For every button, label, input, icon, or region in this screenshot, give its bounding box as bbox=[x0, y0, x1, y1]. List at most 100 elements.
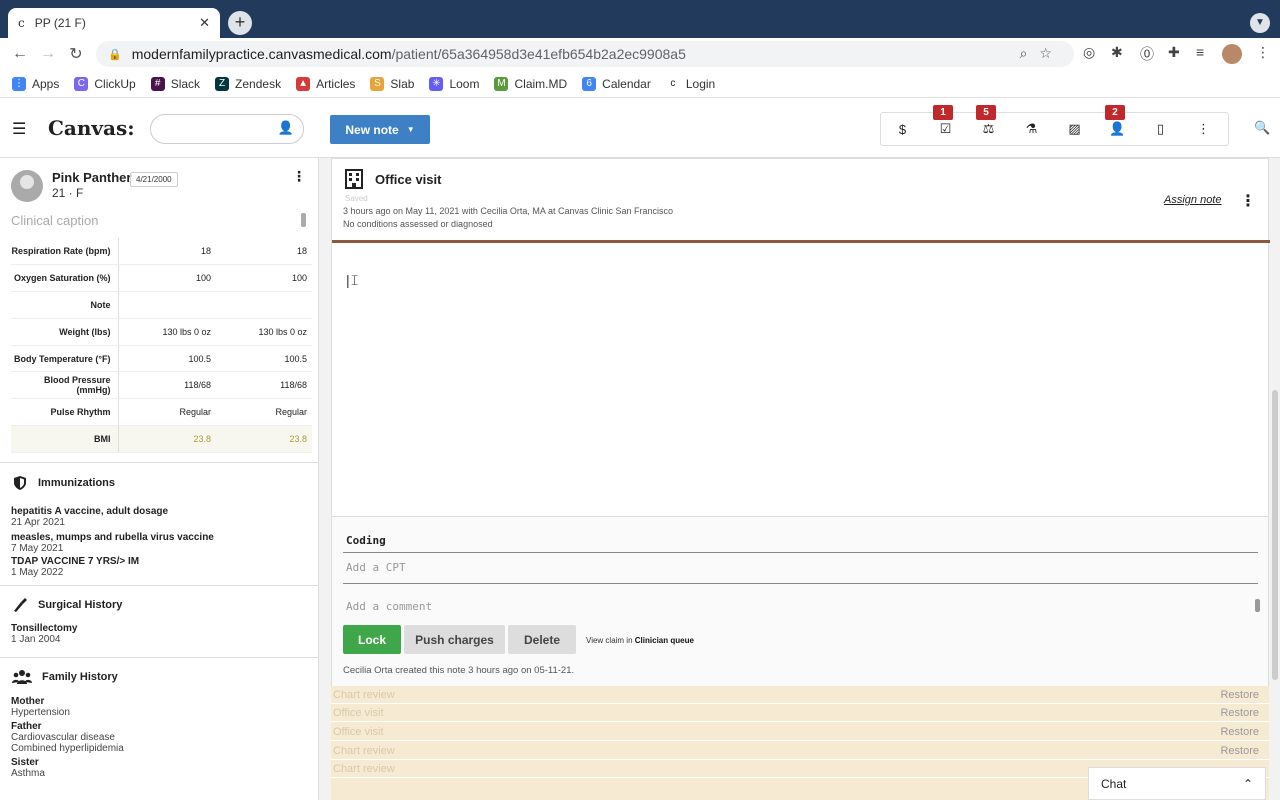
history-label[interactable]: Office visit bbox=[333, 707, 384, 719]
tab-search-icon[interactable]: ▼ bbox=[1250, 13, 1270, 33]
patients-button[interactable]: 2 👤 bbox=[1096, 105, 1139, 137]
surgical-history-header[interactable]: Surgical History bbox=[12, 597, 122, 613]
new-tab-button[interactable]: + bbox=[228, 11, 252, 35]
zoom-bookmark-icons[interactable]: ⌕☆ bbox=[1020, 45, 1064, 62]
chevron-up-icon: ⌃ bbox=[1242, 776, 1253, 791]
imaging-button[interactable]: ▨ bbox=[1053, 121, 1096, 137]
history-label[interactable]: Office visit bbox=[333, 726, 384, 738]
table-row: Oxygen Saturation (%) 100 100 bbox=[11, 264, 312, 293]
note-title: Office visit bbox=[375, 172, 442, 187]
immunizations-header[interactable]: Immunizations bbox=[12, 475, 115, 491]
media-icon[interactable]: ≡ bbox=[1196, 44, 1204, 60]
list-item[interactable]: TDAP VACCINE 7 YRS/> IM 1 May 2022 bbox=[11, 556, 139, 578]
bookmark-zendesk[interactable]: Z Zendesk bbox=[215, 76, 281, 91]
history-label[interactable]: Chart review bbox=[333, 745, 395, 757]
more-menu-button[interactable]: ⋮ bbox=[1182, 121, 1225, 137]
labs-button[interactable]: ⚗ bbox=[1010, 121, 1053, 137]
family-history-header[interactable]: Family History bbox=[12, 669, 118, 685]
assign-note-link[interactable]: Assign note bbox=[1164, 194, 1221, 206]
immunization-date: 21 Apr 2021 bbox=[11, 517, 65, 528]
history-label[interactable]: Chart review bbox=[333, 763, 395, 775]
billing-button[interactable]: $ bbox=[881, 122, 924, 137]
cpt-input[interactable]: Add a CPT bbox=[346, 561, 406, 574]
bookmark-label: Slab bbox=[390, 76, 415, 91]
hamburger-menu-icon[interactable]: ☰ bbox=[12, 119, 26, 139]
vital-value: 130 lbs 0 oz bbox=[215, 318, 312, 346]
coding-title: Coding bbox=[346, 534, 386, 547]
lock-button[interactable]: Lock bbox=[343, 625, 401, 654]
new-note-button[interactable]: New note ▼ bbox=[330, 115, 430, 144]
list-item[interactable]: measles, mumps and rubella virus vaccine… bbox=[11, 532, 214, 554]
zendesk-icon: Z bbox=[215, 76, 230, 91]
note-editor[interactable]: |𝙸 bbox=[332, 246, 1268, 516]
search-icon[interactable]: 🔍 bbox=[1254, 120, 1270, 136]
bookmark-slab[interactable]: S Slab bbox=[370, 76, 415, 91]
scalpel-icon bbox=[14, 598, 27, 612]
patient-menu-icon[interactable]: ⋮ bbox=[292, 168, 306, 185]
list-item[interactable]: Mother Hypertension bbox=[11, 696, 70, 718]
extension-icon[interactable]: ✱ bbox=[1111, 44, 1123, 61]
table-row: Blood Pressure (mmHg) 118/68 118/68 bbox=[11, 371, 312, 400]
history-label[interactable]: Chart review bbox=[333, 689, 395, 701]
calendar-icon: 6 bbox=[582, 76, 597, 91]
main-scrollbar[interactable] bbox=[1272, 390, 1278, 680]
bookmark-slack[interactable]: # Slack bbox=[150, 76, 200, 91]
restore-link[interactable]: Restore bbox=[1220, 689, 1259, 701]
section-title: Immunizations bbox=[38, 477, 116, 489]
vitals-table: Respiration Rate (bpm) 18 18 Oxygen Satura… bbox=[11, 238, 312, 453]
extension-icon[interactable]: ◎ bbox=[1083, 44, 1095, 61]
bookmark-calendar[interactable]: 6 Calendar bbox=[582, 76, 651, 91]
profile-avatar[interactable] bbox=[1222, 44, 1242, 64]
browser-tab[interactable]: c PP (21 F) ✕ bbox=[8, 8, 220, 38]
clinical-caption-field[interactable]: Clinical caption bbox=[11, 213, 98, 228]
immunization-date: 7 May 2021 bbox=[11, 543, 64, 554]
review-button[interactable]: 5 ⚖ bbox=[967, 105, 1010, 137]
patient-search-input[interactable]: 👤 bbox=[150, 114, 304, 144]
list-item[interactable]: Sister Asthma bbox=[11, 757, 45, 779]
apps-grid-icon: ⋮ bbox=[12, 76, 26, 91]
coding-scrollbar[interactable] bbox=[1255, 599, 1260, 612]
restore-link[interactable]: Restore bbox=[1220, 726, 1259, 738]
divider bbox=[343, 583, 1258, 584]
checkbox-icon: ☑ bbox=[939, 121, 952, 136]
restore-link[interactable]: Restore bbox=[1220, 707, 1259, 719]
back-icon[interactable]: ← bbox=[6, 45, 34, 63]
coding-section: Coding Add a CPT Add a comment Lock Push… bbox=[332, 516, 1268, 686]
delete-button[interactable]: Delete bbox=[508, 625, 576, 654]
bookmark-articles[interactable]: ▲ Articles bbox=[296, 76, 355, 91]
documents-button[interactable]: ▯ bbox=[1139, 121, 1182, 137]
table-row: BMI 23.8 23.8 bbox=[11, 425, 312, 453]
extensions-puzzle-icon[interactable]: ✚ bbox=[1168, 44, 1180, 61]
browser-menu-icon[interactable]: ⋮ bbox=[1256, 44, 1270, 61]
url-field[interactable]: 🔒 modernfamilypractice.canvasmedical.com… bbox=[96, 41, 1074, 67]
list-item[interactable]: Father Cardiovascular disease Combined hy… bbox=[11, 721, 124, 754]
patient-name[interactable]: Pink Panther bbox=[52, 170, 131, 185]
tasks-button[interactable]: 1 ☑ bbox=[924, 105, 967, 137]
shield-icon bbox=[14, 476, 26, 490]
bookmark-loom[interactable]: ✳ Loom bbox=[429, 76, 479, 91]
push-charges-button[interactable]: Push charges bbox=[404, 625, 505, 654]
comment-input[interactable]: Add a comment bbox=[346, 600, 432, 613]
family-icon bbox=[12, 670, 32, 684]
close-tab-icon[interactable]: ✕ bbox=[199, 15, 210, 31]
divider bbox=[343, 552, 1258, 553]
list-item[interactable]: hepatitis A vaccine, adult dosage 21 Apr … bbox=[11, 506, 168, 528]
bookmark-clickup[interactable]: C ClickUp bbox=[74, 76, 136, 91]
immunization-name: TDAP VACCINE 7 YRS/> IM bbox=[11, 556, 140, 567]
forward-icon[interactable]: → bbox=[34, 45, 62, 63]
note-menu-icon[interactable]: ⋮ bbox=[1240, 191, 1256, 211]
relative-name: Mother bbox=[11, 696, 45, 707]
chat-widget[interactable]: Chat ⌃ bbox=[1088, 767, 1266, 800]
list-item[interactable]: Tonsillectomy 1 Jan 2004 bbox=[11, 623, 78, 645]
history-row: Chart review Restore bbox=[331, 686, 1269, 704]
panel-scrollbar[interactable] bbox=[301, 213, 306, 227]
reload-icon[interactable]: ↻ bbox=[62, 44, 90, 64]
app-header: ☰ Canvas: 👤 New note ▼ $ 1 ☑ 5 ⚖ ⚗ ▨ 2 👤 ▯ … bbox=[0, 100, 1280, 158]
articles-icon: ▲ bbox=[296, 76, 311, 91]
clinician-queue-link[interactable]: Clinician queue bbox=[635, 636, 694, 645]
extension-icon[interactable]: ⓪ bbox=[1140, 44, 1154, 64]
bookmark-claimmd[interactable]: M Claim.MD bbox=[494, 76, 567, 91]
restore-link[interactable]: Restore bbox=[1220, 745, 1259, 757]
bookmark-apps[interactable]: ⋮ Apps bbox=[12, 76, 59, 91]
bookmark-login[interactable]: c Login bbox=[665, 76, 715, 91]
